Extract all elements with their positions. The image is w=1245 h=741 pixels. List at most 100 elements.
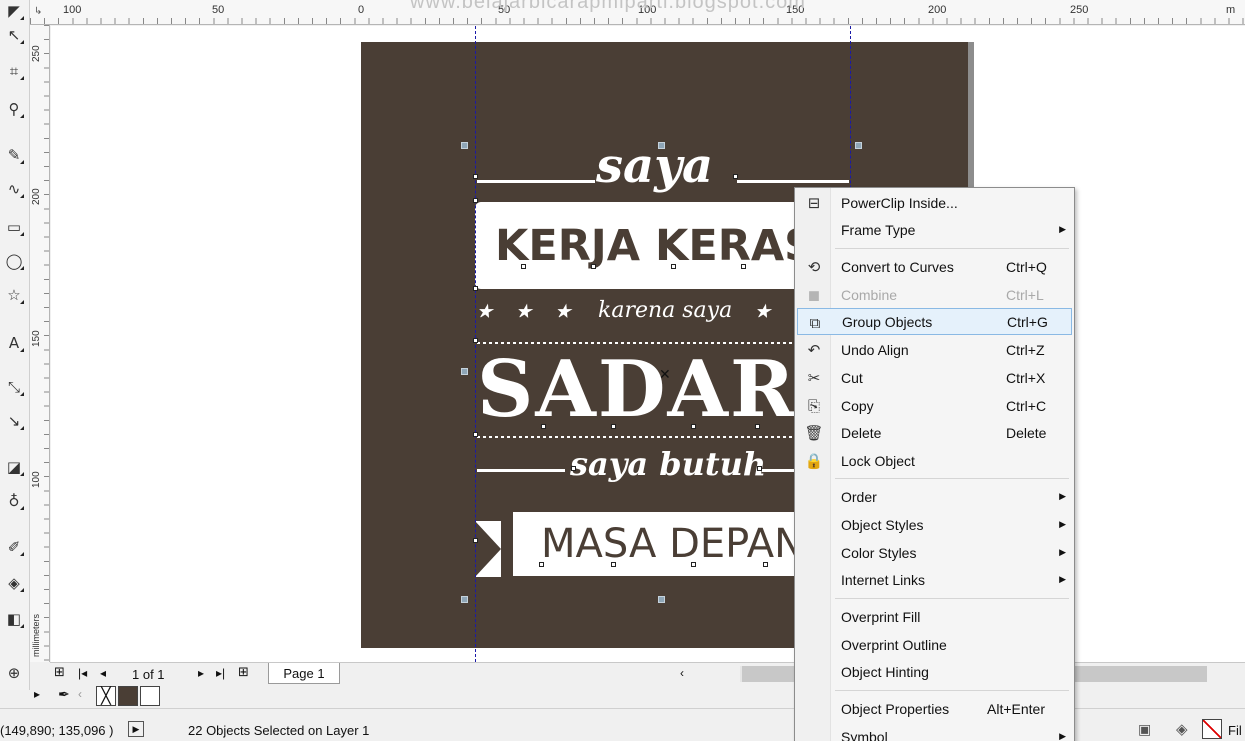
guideline-left[interactable] — [475, 26, 476, 662]
menu-item-group-objects[interactable]: ⧉ Group Objects Ctrl+G — [797, 308, 1072, 335]
submenu-arrow-icon: ▶ — [1059, 574, 1066, 584]
menu-item-color-styles[interactable]: Color Styles ▶ — [797, 539, 1072, 566]
polygon-tool-icon[interactable]: ☆ — [3, 284, 25, 306]
selection-handle[interactable] — [461, 368, 468, 375]
ruler-label: 50 — [212, 4, 225, 16]
add-page-before-icon[interactable]: ⊞ — [54, 665, 65, 680]
menu-item-frame-type[interactable]: Frame Type ▶ — [797, 216, 1072, 243]
menu-item-copy[interactable]: ⎘ Copy Ctrl+C — [797, 392, 1072, 419]
context-menu: ⊟ PowerClip Inside... Frame Type ▶ ⟲ Con… — [794, 187, 1075, 741]
connector-tool-icon[interactable]: ↘ — [3, 410, 25, 432]
menu-item-object-styles[interactable]: Object Styles ▶ — [797, 511, 1072, 538]
menu-item-order[interactable]: Order ▶ — [797, 483, 1072, 510]
menu-item-label: Overprint Outline — [841, 636, 947, 653]
selection-handle[interactable] — [658, 596, 665, 603]
submenu-arrow-icon: ▶ — [1059, 519, 1066, 529]
ruler-label: 150 — [31, 330, 42, 347]
menu-item-delete[interactable]: 🗑 Delete Delete — [797, 419, 1072, 446]
interactive-fill-tool-icon[interactable]: ◈ — [3, 572, 25, 594]
rectangle-tool-icon[interactable]: ▭ — [3, 216, 25, 238]
menu-item-object-hinting[interactable]: Object Hinting — [797, 658, 1072, 685]
first-page-icon[interactable]: |◂ — [78, 666, 87, 680]
object-node — [733, 174, 738, 179]
fill-label: Fil — [1228, 723, 1242, 738]
selection-handle[interactable] — [658, 142, 665, 149]
zoom-tool-icon[interactable]: ⚲ — [3, 98, 25, 120]
ruler-label: 200 — [928, 4, 947, 16]
menu-item-symbol[interactable]: Symbol ▶ — [797, 723, 1072, 741]
menu-item-internet-links[interactable]: Internet Links ▶ — [797, 566, 1072, 593]
copy-icon: ⎘ — [807, 396, 820, 415]
palette-menu-icon[interactable]: ▸ — [34, 687, 40, 701]
selection-handle[interactable] — [461, 596, 468, 603]
object-node — [741, 264, 746, 269]
ribbon-tail — [475, 521, 501, 577]
menu-item-powerclip-inside[interactable]: ⊟ PowerClip Inside... — [797, 189, 1072, 216]
menu-item-object-properties[interactable]: Object Properties Alt+Enter — [797, 695, 1072, 722]
artistic-media-tool-icon[interactable]: ∿ — [3, 178, 25, 200]
menu-item-shortcut: Delete — [1006, 424, 1047, 441]
palette-scroll-icon[interactable]: ‹ — [78, 687, 82, 701]
last-page-icon[interactable]: ▸| — [216, 666, 225, 680]
ellipse-tool-icon[interactable]: ◯ — [3, 250, 25, 272]
object-node — [571, 466, 576, 471]
add-tool-icon[interactable]: ⊕ — [3, 662, 25, 684]
no-fill-swatch[interactable] — [1202, 719, 1222, 739]
menu-item-label: Lock Object — [841, 452, 915, 469]
menu-item-label: Combine — [841, 286, 898, 303]
scrollbar-segment[interactable] — [1070, 666, 1207, 682]
menu-item-undo-align[interactable]: ↶ Undo Align Ctrl+Z — [797, 336, 1072, 363]
ruler-origin-icon[interactable]: ↳ — [34, 6, 42, 17]
coreldraw-window: ◤ ↖ ⌗ ⚲ ✎ ∿ ▭ ◯ ☆ A ⤡ ↘ ◪ ♁ ✐ ◈ ◧ ⊕ ↳ 10… — [0, 0, 1245, 741]
menu-item-label: Internet Links — [841, 571, 926, 588]
smart-fill-tool-icon[interactable]: ◧ — [3, 608, 25, 630]
object-node — [671, 264, 676, 269]
dimension-tool-icon[interactable]: ⤡ — [3, 376, 25, 398]
play-icon[interactable]: ▶ — [128, 721, 144, 737]
vertical-ruler[interactable]: 250 200 150 100 millimeters — [30, 25, 50, 662]
scrollbar-thumb[interactable] — [742, 666, 795, 682]
eyedropper-icon[interactable]: ✒ — [58, 686, 70, 703]
artwork-script-karena-saya: karena saya — [598, 298, 733, 323]
menu-item-overprint-fill[interactable]: Overprint Fill — [797, 603, 1072, 630]
ruler-unit: m — [1226, 4, 1236, 16]
artwork-script-saya-butuh: saya butuh — [570, 445, 767, 483]
crop-tool-icon[interactable]: ⌗ — [3, 60, 25, 82]
menu-item-label: Color Styles — [841, 544, 917, 561]
menu-item-cut[interactable]: ✂ Cut Ctrl+X — [797, 364, 1072, 391]
drop-shadow-tool-icon[interactable]: ◪ — [3, 456, 25, 478]
color-swatch-dark[interactable] — [118, 686, 138, 706]
watermark-text: www.belajarbicarapmiparti.blogspot.com — [410, 0, 806, 13]
object-node — [757, 466, 762, 471]
next-page-icon[interactable]: ▸ — [198, 666, 204, 680]
cursor-coordinates: (149,890; 135,096 ) — [0, 723, 114, 738]
freehand-tool-icon[interactable]: ✎ — [3, 144, 25, 166]
menu-item-combine[interactable]: ◼ Combine Ctrl+L — [797, 281, 1072, 308]
shape-tool-icon[interactable]: ↖ — [3, 24, 25, 46]
no-color-swatch[interactable]: ╳ — [96, 686, 116, 706]
object-node — [611, 424, 616, 429]
text-tool-icon[interactable]: A — [3, 332, 25, 354]
object-node — [473, 286, 478, 291]
lock-icon: 🔒 — [804, 451, 824, 470]
selection-handle[interactable] — [855, 142, 862, 149]
convert-curves-icon: ⟲ — [807, 257, 821, 276]
selection-handle[interactable] — [461, 142, 468, 149]
ruler-label: 0 — [358, 4, 365, 16]
scroll-left-icon[interactable]: ‹ — [680, 666, 684, 680]
selection-status: 22 Objects Selected on Layer 1 — [188, 723, 370, 738]
menu-item-lock-object[interactable]: 🔒 Lock Object — [797, 447, 1072, 474]
menu-item-convert-to-curves[interactable]: ⟲ Convert to Curves Ctrl+Q — [797, 253, 1072, 280]
page-tab[interactable]: Page 1 — [268, 663, 340, 684]
fill-bucket-icon[interactable]: ◈ — [1176, 720, 1188, 738]
undo-icon: ↶ — [807, 340, 821, 359]
add-page-after-icon[interactable]: ⊞ — [238, 665, 249, 680]
previous-page-icon[interactable]: ◂ — [100, 666, 106, 680]
eyedropper-tool-icon[interactable]: ✐ — [3, 536, 25, 558]
menu-item-label: Cut — [841, 369, 863, 386]
color-swatch-white[interactable] — [140, 686, 160, 706]
transparency-tool-icon[interactable]: ♁ — [3, 490, 25, 512]
color-proof-icon[interactable]: ▣ — [1138, 721, 1151, 738]
menu-item-overprint-outline[interactable]: Overprint Outline — [797, 631, 1072, 658]
pick-tool-icon[interactable]: ◤ — [3, 0, 25, 22]
